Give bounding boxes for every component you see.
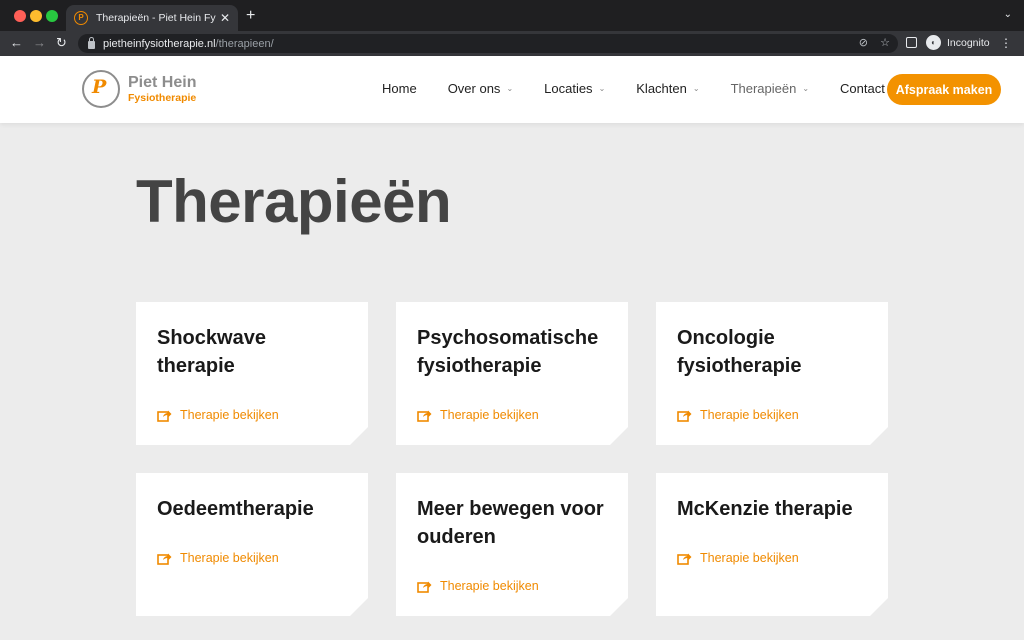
card-title: Oncologie fysiotherapie xyxy=(677,327,802,377)
share-arrow-icon xyxy=(157,409,172,422)
card-title: Meer bewegen voor ouderen xyxy=(417,498,604,548)
share-arrow-icon xyxy=(417,409,432,422)
therapie-bekijken-link[interactable]: Therapie bekijken xyxy=(157,408,348,422)
therapie-bekijken-link[interactable]: Therapie bekijken xyxy=(677,408,868,422)
therapy-card[interactable]: Oncologie fysiotherapie Therapie bekijke… xyxy=(656,302,888,445)
nav-locaties[interactable]: Locaties ⌄ xyxy=(544,81,605,96)
browser-tab-bar: P Therapieën - Piet Hein Fysioth ✕ + ⌄ xyxy=(0,0,1024,31)
lock-icon xyxy=(88,37,95,49)
chevron-down-icon: ⌄ xyxy=(692,84,700,93)
close-icon[interactable]: ✕ xyxy=(220,11,230,25)
forward-arrow-icon[interactable]: → xyxy=(33,35,46,51)
therapy-card[interactable]: McKenzie therapie Therapie bekijken xyxy=(656,473,888,616)
incognito-indicator[interactable]: ◐ Incognito xyxy=(926,35,990,50)
card-title: McKenzie therapie xyxy=(677,498,853,520)
url-path: /therapieen/ xyxy=(215,37,274,50)
share-arrow-icon xyxy=(677,409,692,422)
chevron-down-icon: ⌄ xyxy=(802,84,810,93)
site-logo[interactable]: P Piet Hein Fysiotherapie xyxy=(82,70,196,108)
logo-mark-icon: P xyxy=(82,70,120,108)
nav-contact[interactable]: Contact xyxy=(840,81,885,96)
favicon-icon: P xyxy=(74,11,88,25)
card-title: Oedeemtherapie xyxy=(157,498,314,520)
therapie-bekijken-link[interactable]: Therapie bekijken xyxy=(417,579,608,593)
share-arrow-icon xyxy=(417,580,432,593)
address-bar[interactable]: pietheinfysiotherapie.nl/therapieen/ ⊘ ☆ xyxy=(78,34,898,53)
window-maximize-button[interactable] xyxy=(46,10,58,22)
chevron-down-icon: ⌄ xyxy=(598,84,606,93)
back-arrow-icon[interactable]: ← xyxy=(10,35,23,51)
page-title: Therapieën xyxy=(136,168,452,235)
incognito-icon: ◐ xyxy=(926,35,941,50)
browser-toolbar: ← → ↻ pietheinfysiotherapie.nl/therapiee… xyxy=(0,31,1024,56)
incognito-label: Incognito xyxy=(947,36,990,49)
url-host: pietheinfysiotherapie.nl xyxy=(103,37,216,50)
nav-home[interactable]: Home xyxy=(382,81,417,96)
therapy-card[interactable]: Psychosomatische fysiotherapie Therapie … xyxy=(396,302,628,445)
therapy-card[interactable]: Meer bewegen voor ouderen Therapie bekij… xyxy=(396,473,628,616)
therapie-bekijken-link[interactable]: Therapie bekijken xyxy=(677,551,868,565)
therapy-card[interactable]: Oedeemtherapie Therapie bekijken xyxy=(136,473,368,616)
logo-name: Piet Hein xyxy=(128,73,197,91)
share-arrow-icon xyxy=(157,552,172,565)
side-panel-icon[interactable] xyxy=(906,37,917,48)
site-header: P Piet Hein Fysiotherapie Home Over ons ⌄… xyxy=(0,56,1024,123)
reload-icon[interactable]: ↻ xyxy=(56,35,67,51)
browser-tab[interactable]: P Therapieën - Piet Hein Fysioth ✕ xyxy=(66,5,238,31)
therapy-card[interactable]: Shockwave therapie Therapie bekijken xyxy=(136,302,368,445)
share-arrow-icon xyxy=(677,552,692,565)
afspraak-maken-button[interactable]: Afspraak maken xyxy=(887,74,1001,105)
new-tab-plus-icon[interactable]: + xyxy=(246,7,255,25)
card-title: Shockwave therapie xyxy=(157,327,266,377)
logo-subtitle: Fysiotherapie xyxy=(128,91,197,104)
nav-over-ons[interactable]: Over ons ⌄ xyxy=(448,81,513,96)
eye-off-icon[interactable]: ⊘ xyxy=(859,36,868,49)
chevron-down-icon: ⌄ xyxy=(506,84,514,93)
main-nav: Home Over ons ⌄ Locaties ⌄ Klachten ⌄ Thera… xyxy=(382,81,916,96)
more-menu-icon[interactable]: ⋮ xyxy=(1000,36,1012,50)
card-title: Psychosomatische fysiotherapie xyxy=(417,327,599,377)
tab-search-chevron-icon[interactable]: ⌄ xyxy=(1004,9,1012,20)
therapie-bekijken-link[interactable]: Therapie bekijken xyxy=(157,551,348,565)
window-close-button[interactable] xyxy=(14,10,26,22)
nav-therapieen[interactable]: Therapieën ⌄ xyxy=(731,81,809,96)
therapy-grid: Shockwave therapie Therapie bekijken Psy… xyxy=(136,302,888,616)
tab-title: Therapieën - Piet Hein Fysioth xyxy=(96,12,216,24)
window-minimize-button[interactable] xyxy=(30,10,42,22)
star-icon[interactable]: ☆ xyxy=(880,36,890,49)
nav-klachten[interactable]: Klachten ⌄ xyxy=(636,81,699,96)
therapie-bekijken-link[interactable]: Therapie bekijken xyxy=(417,408,608,422)
